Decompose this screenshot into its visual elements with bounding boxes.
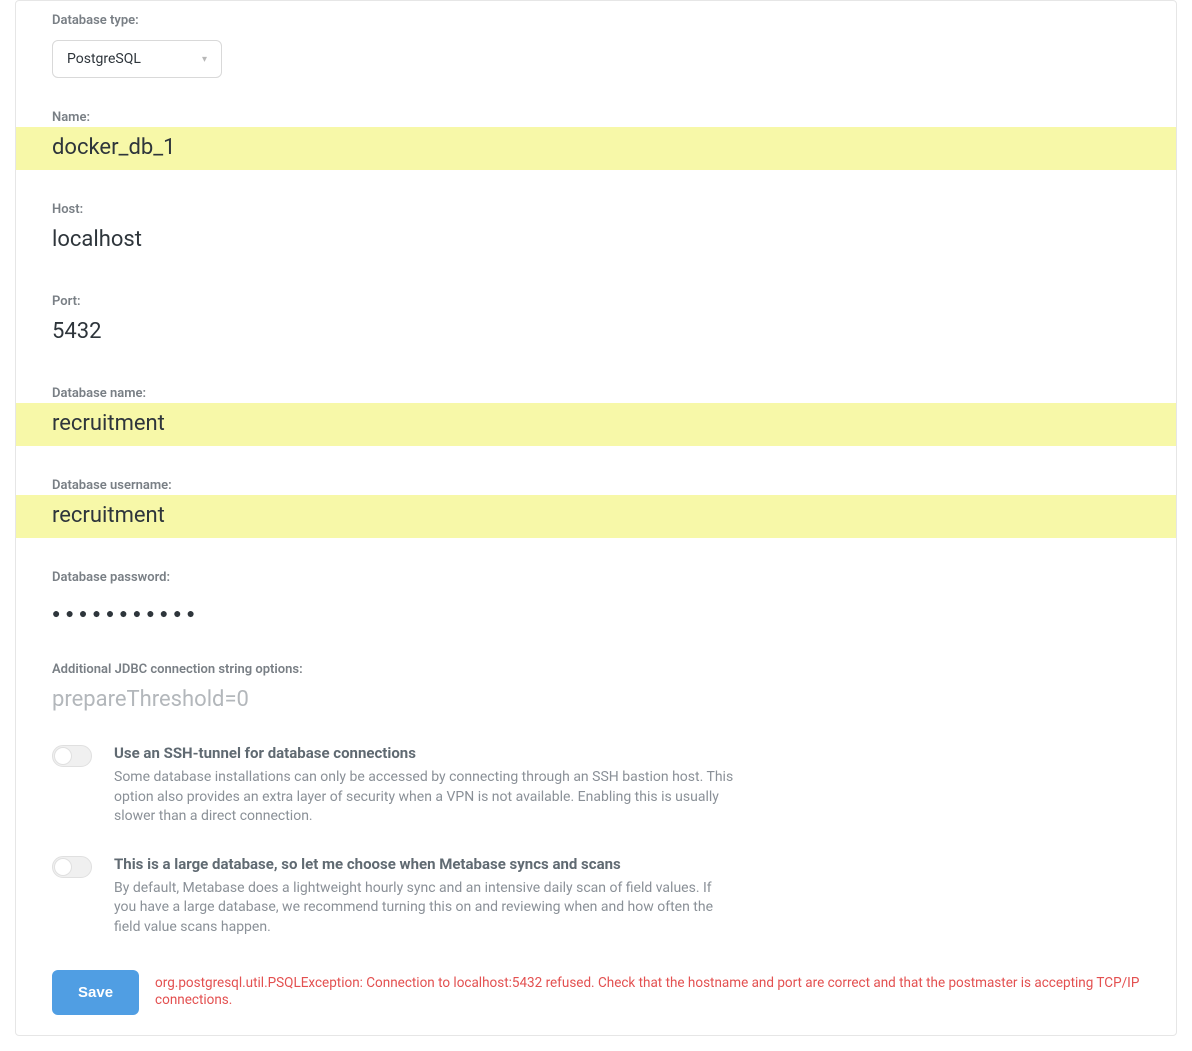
- large-db-toggle-text: This is a large database, so let me choo…: [114, 855, 734, 938]
- label-port: Port:: [52, 294, 1140, 309]
- name-input[interactable]: [52, 135, 1140, 160]
- label-database-name: Database name:: [52, 386, 1140, 401]
- toggle-section-large-db: This is a large database, so let me choo…: [16, 849, 1176, 938]
- field-jdbc: Additional JDBC connection string option…: [16, 650, 1176, 677]
- database-username-input[interactable]: [52, 503, 1140, 528]
- field-database-type: Database type: PostgreSQL ▾: [16, 1, 1176, 78]
- database-password-input[interactable]: ●●●●●●●●●●●: [16, 587, 1176, 630]
- field-database-password: Database password:: [16, 558, 1176, 585]
- toggle-section-ssh: Use an SSH-tunnel for database connectio…: [16, 738, 1176, 827]
- label-database-username: Database username:: [52, 478, 1140, 493]
- database-type-value: PostgreSQL: [67, 51, 141, 67]
- label-database-password: Database password:: [52, 570, 1140, 585]
- ssh-toggle-text: Use an SSH-tunnel for database connectio…: [114, 744, 734, 827]
- large-db-toggle[interactable]: [52, 856, 92, 878]
- ssh-toggle[interactable]: [52, 745, 92, 767]
- label-jdbc: Additional JDBC connection string option…: [52, 662, 1140, 677]
- form-footer: Save org.postgresql.util.PSQLException: …: [16, 970, 1176, 1015]
- host-input[interactable]: [52, 227, 1140, 252]
- label-name: Name:: [52, 110, 1140, 125]
- ssh-toggle-title: Use an SSH-tunnel for database connectio…: [114, 744, 734, 762]
- port-input-row: [16, 311, 1176, 354]
- database-username-input-row: [16, 495, 1176, 538]
- label-host: Host:: [52, 202, 1140, 217]
- large-db-toggle-title: This is a large database, so let me choo…: [114, 855, 734, 873]
- chevron-down-icon: ▾: [202, 54, 207, 65]
- database-name-input[interactable]: [52, 411, 1140, 436]
- jdbc-input-row: [16, 679, 1176, 722]
- jdbc-input[interactable]: [52, 687, 1140, 712]
- field-database-username: Database username:: [16, 466, 1176, 493]
- error-message: org.postgresql.util.PSQLException: Conne…: [155, 975, 1140, 1010]
- ssh-toggle-desc: Some database installations can only be …: [114, 768, 734, 827]
- field-port: Port:: [16, 282, 1176, 309]
- label-database-type: Database type:: [52, 13, 1140, 28]
- name-input-row: [16, 127, 1176, 170]
- field-host: Host:: [16, 190, 1176, 217]
- field-database-name: Database name:: [16, 374, 1176, 401]
- host-input-row: [16, 219, 1176, 262]
- database-name-input-row: [16, 403, 1176, 446]
- database-type-select[interactable]: PostgreSQL ▾: [52, 40, 222, 78]
- database-form: Database type: PostgreSQL ▾ Name: Host: …: [15, 0, 1177, 1036]
- save-button[interactable]: Save: [52, 970, 139, 1015]
- field-name: Name:: [16, 98, 1176, 125]
- large-db-toggle-desc: By default, Metabase does a lightweight …: [114, 879, 734, 938]
- port-input[interactable]: [52, 319, 1140, 344]
